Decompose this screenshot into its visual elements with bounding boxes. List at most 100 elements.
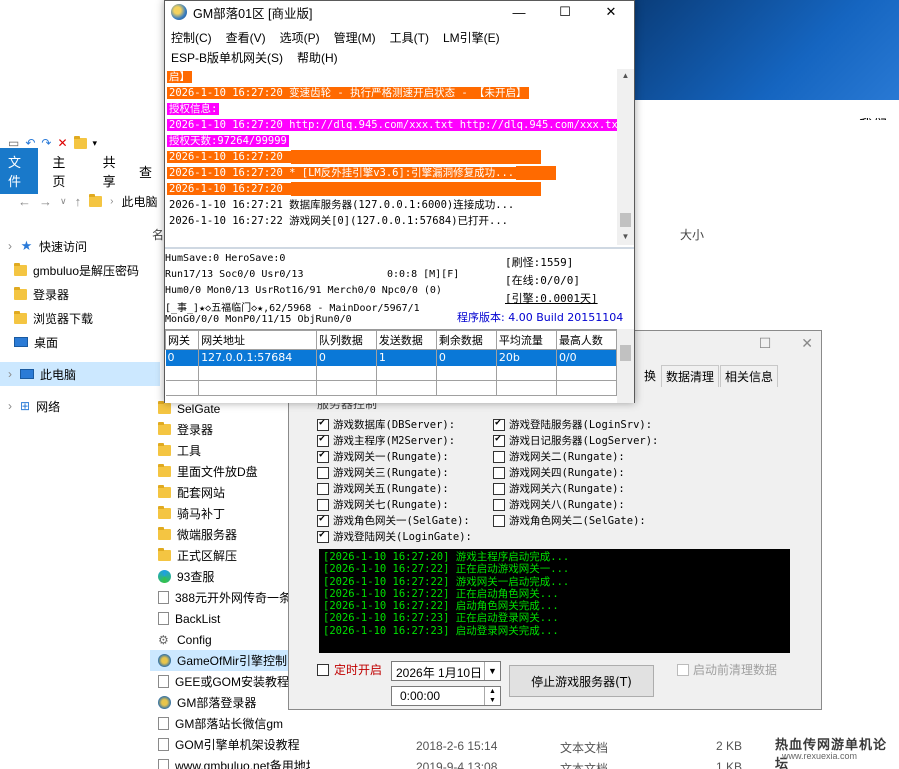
server-checkbox[interactable]: 游戏数据库(DBServer):: [317, 417, 455, 432]
server-checkbox[interactable]: 游戏登陆服务器(LoginSrv):: [493, 417, 652, 432]
tab-partial[interactable]: 换: [644, 365, 661, 387]
tab-view[interactable]: 查: [139, 158, 166, 185]
file-row[interactable]: 93查服: [150, 566, 310, 587]
nav-item[interactable]: › ★ 快速访问: [0, 234, 160, 258]
table-scrollbar[interactable]: [617, 329, 634, 403]
checkbox[interactable]: [317, 466, 329, 479]
table-header[interactable]: 平均流量: [495, 330, 557, 350]
server-checkbox[interactable]: 游戏网关二(Rungate):: [493, 449, 625, 464]
new-folder-icon[interactable]: [73, 135, 87, 149]
table-header[interactable]: 发送数据: [375, 330, 437, 350]
file-row[interactable]: 388元开外网传奇一条: [150, 587, 310, 608]
server-checkbox[interactable]: 游戏主程序(M2Server):: [317, 433, 455, 448]
checkbox[interactable]: [317, 498, 329, 511]
checkbox[interactable]: [493, 482, 505, 495]
tab-data-clean[interactable]: 数据清理: [661, 365, 720, 387]
file-row[interactable]: 微端服务器: [150, 524, 310, 545]
menu-item[interactable]: LM引擎(E): [443, 29, 500, 46]
checkbox[interactable]: [317, 449, 329, 463]
checkbox[interactable]: [493, 466, 505, 479]
time-picker[interactable]: 0:00:00 ▲ ▼: [391, 686, 501, 706]
server-checkbox[interactable]: 游戏登陆网关(LoginGate):: [317, 529, 472, 544]
file-row[interactable]: ⚙ Config: [150, 629, 310, 650]
table-row[interactable]: 0 127.0.0.1:57684 0 1 0 20b 0/0: [165, 349, 618, 366]
maximize-icon[interactable]: ☐: [759, 335, 772, 352]
close-icon[interactable]: ✕: [801, 335, 813, 352]
checkbox[interactable]: [493, 433, 505, 447]
menu-item[interactable]: 查看(V): [226, 29, 266, 46]
chevron-down-icon[interactable]: ▼: [484, 662, 500, 680]
table-header[interactable]: 剩余数据: [435, 330, 497, 350]
file-row[interactable]: GOM引擎单机架设教程: [150, 734, 310, 755]
table-header[interactable]: 最高人数: [555, 330, 618, 350]
recent-dropdown-icon[interactable]: ∨: [60, 196, 67, 207]
spin-icon[interactable]: ▲ ▼: [484, 687, 500, 705]
file-row[interactable]: 登录器: [150, 419, 310, 440]
breadcrumb[interactable]: 此电脑: [121, 193, 157, 210]
file-row[interactable]: GameOfMir引擎控制: [150, 650, 310, 671]
nav-item[interactable]: › 此电脑: [0, 362, 160, 386]
checkbox[interactable]: [317, 417, 329, 431]
nav-item[interactable]: 浏览器下载: [0, 306, 160, 330]
timed-start[interactable]: 定时开启: [317, 661, 382, 678]
menu-item[interactable]: 控制(C): [171, 29, 212, 46]
checkbox[interactable]: [317, 513, 329, 527]
checkbox[interactable]: [493, 450, 505, 463]
server-checkbox[interactable]: 游戏网关五(Rungate):: [317, 481, 449, 496]
chevron-right-icon[interactable]: ›: [8, 367, 14, 381]
menu-item[interactable]: 选项(P): [280, 29, 320, 46]
menu-item[interactable]: 工具(T): [390, 29, 429, 46]
server-checkbox[interactable]: 游戏网关六(Rungate):: [493, 481, 625, 496]
checkbox[interactable]: [493, 498, 505, 511]
checkbox[interactable]: [317, 433, 329, 447]
nav-item[interactable]: 登录器: [0, 282, 160, 306]
chevron-right-icon[interactable]: ›: [8, 239, 14, 253]
customize-qat-icon[interactable]: ▾: [93, 138, 98, 149]
back-icon[interactable]: ←: [18, 194, 31, 209]
menu-item[interactable]: 帮助(H): [297, 49, 338, 66]
chevron-right-icon[interactable]: ›: [8, 399, 14, 413]
file-row[interactable]: 配套网站: [150, 482, 310, 503]
checkbox[interactable]: [317, 482, 329, 495]
nav-item[interactable]: gmbuluo是解压密码: [0, 258, 160, 282]
title-bar[interactable]: GM部落01区 [商业版] — ☐ ✕: [165, 1, 634, 23]
menu-item[interactable]: 管理(M): [334, 29, 376, 46]
file-row[interactable]: GM部落登录器: [150, 692, 310, 713]
file-row[interactable]: GM部落站长微信gm: [150, 713, 310, 734]
scroll-thumb[interactable]: [620, 213, 631, 227]
file-row[interactable]: 里面文件放D盘: [150, 461, 310, 482]
file-row[interactable]: BackList: [150, 608, 310, 629]
scroll-thumb[interactable]: [620, 345, 631, 361]
file-row[interactable]: 骑马补丁: [150, 503, 310, 524]
file-row[interactable]: www.gmbuluo.net备用地址: [150, 755, 310, 769]
checkbox[interactable]: [493, 417, 505, 431]
nav-item[interactable]: › ⊞ 网络: [0, 394, 160, 418]
checkbox[interactable]: [493, 514, 505, 527]
nav-item[interactable]: 桌面: [0, 330, 160, 354]
server-checkbox[interactable]: 游戏网关四(Rungate):: [493, 465, 625, 480]
forward-icon[interactable]: →: [39, 194, 52, 209]
log-scrollbar[interactable]: ▲ ▼: [617, 69, 634, 245]
server-checkbox[interactable]: 游戏角色网关一(SelGate):: [317, 513, 470, 528]
maximize-button[interactable]: ☐: [542, 1, 588, 23]
file-row[interactable]: GEE或GOM安装教程: [150, 671, 310, 692]
close-button[interactable]: ✕: [588, 1, 634, 23]
scroll-down-icon[interactable]: ▼: [617, 232, 634, 241]
table-header[interactable]: 网关地址: [198, 330, 317, 350]
tab-related-info[interactable]: 相关信息: [720, 365, 779, 387]
server-checkbox[interactable]: 游戏日记服务器(LogServer):: [493, 433, 658, 448]
file-row[interactable]: 正式区解压: [150, 545, 310, 566]
timed-start-checkbox[interactable]: [317, 663, 329, 676]
minimize-button[interactable]: —: [496, 1, 542, 23]
server-checkbox[interactable]: 游戏网关八(Rungate):: [493, 497, 625, 512]
column-header-size[interactable]: 大小: [680, 226, 704, 243]
server-checkbox[interactable]: 游戏网关三(Rungate):: [317, 465, 449, 480]
scroll-up-icon[interactable]: ▲: [617, 71, 634, 80]
checkbox[interactable]: [317, 529, 329, 543]
table-header[interactable]: 网关: [164, 330, 200, 350]
date-picker[interactable]: 2026年 1月10日 ▼: [391, 661, 501, 681]
menu-item[interactable]: ESP-B版单机网关(S): [171, 49, 283, 66]
server-checkbox[interactable]: 游戏网关七(Rungate):: [317, 497, 449, 512]
server-checkbox[interactable]: 游戏网关一(Rungate):: [317, 449, 449, 464]
file-row[interactable]: 工具: [150, 440, 310, 461]
